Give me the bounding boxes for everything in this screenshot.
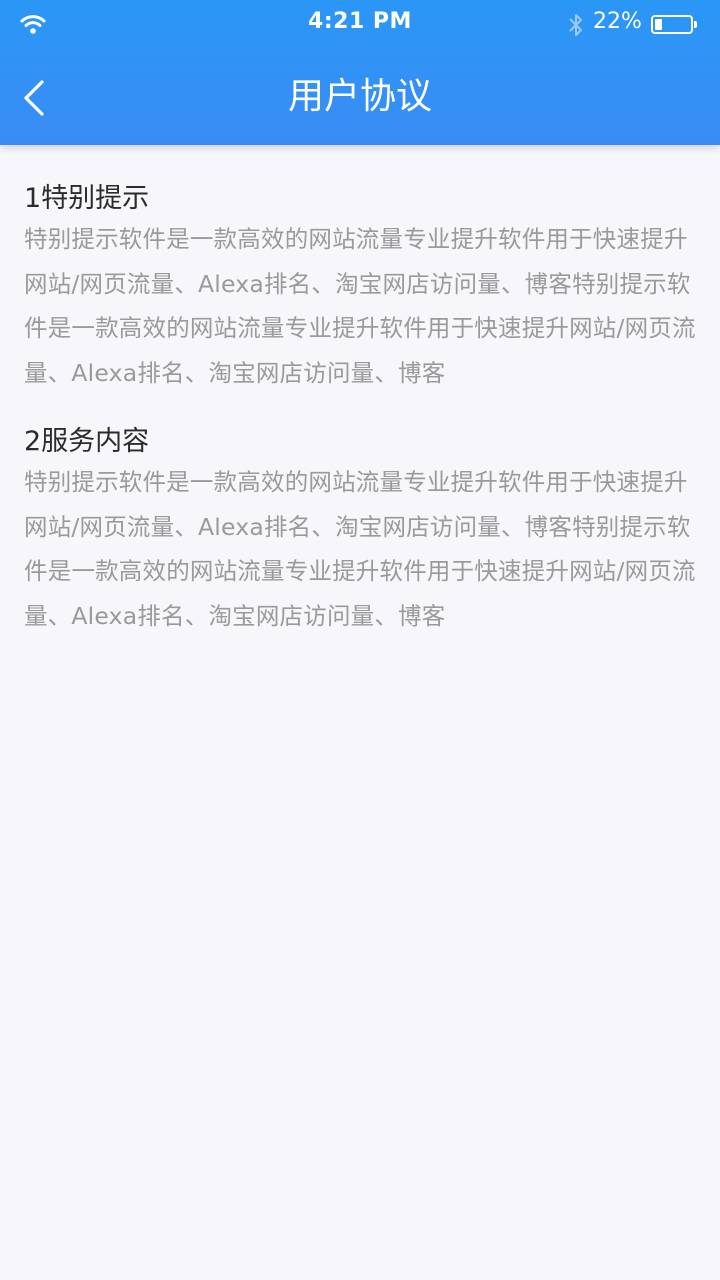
- page-title: 用户协议: [287, 76, 432, 117]
- section-service-content: 2服务内容 特别提示软件是一款高效的网站流量专业提升软件用于快速提升网站/网页流…: [0, 424, 720, 638]
- status-bar: 4:21 PM 22%: [0, 0, 720, 48]
- bluetooth-icon: [569, 14, 582, 36]
- section-body: 特别提示软件是一款高效的网站流量专业提升软件用于快速提升网站/网页流量、Alex…: [24, 468, 696, 630]
- section-title: 1特别提示: [24, 183, 150, 214]
- battery-icon: [651, 15, 693, 34]
- battery-level: [655, 19, 662, 30]
- nav-bar: 用户协议: [0, 48, 720, 145]
- section-special-notice: 1特别提示 特别提示软件是一款高效的网站流量专业提升软件用于快速提升网站/网页流…: [0, 181, 720, 395]
- app-header: 4:21 PM 22% 用户协议: [0, 0, 720, 145]
- battery-tip: [694, 21, 697, 28]
- section-body: 特别提示软件是一款高效的网站流量专业提升软件用于快速提升网站/网页流量、Alex…: [24, 225, 696, 387]
- section-title: 2服务内容: [24, 426, 150, 457]
- battery-percent: 22%: [593, 9, 642, 34]
